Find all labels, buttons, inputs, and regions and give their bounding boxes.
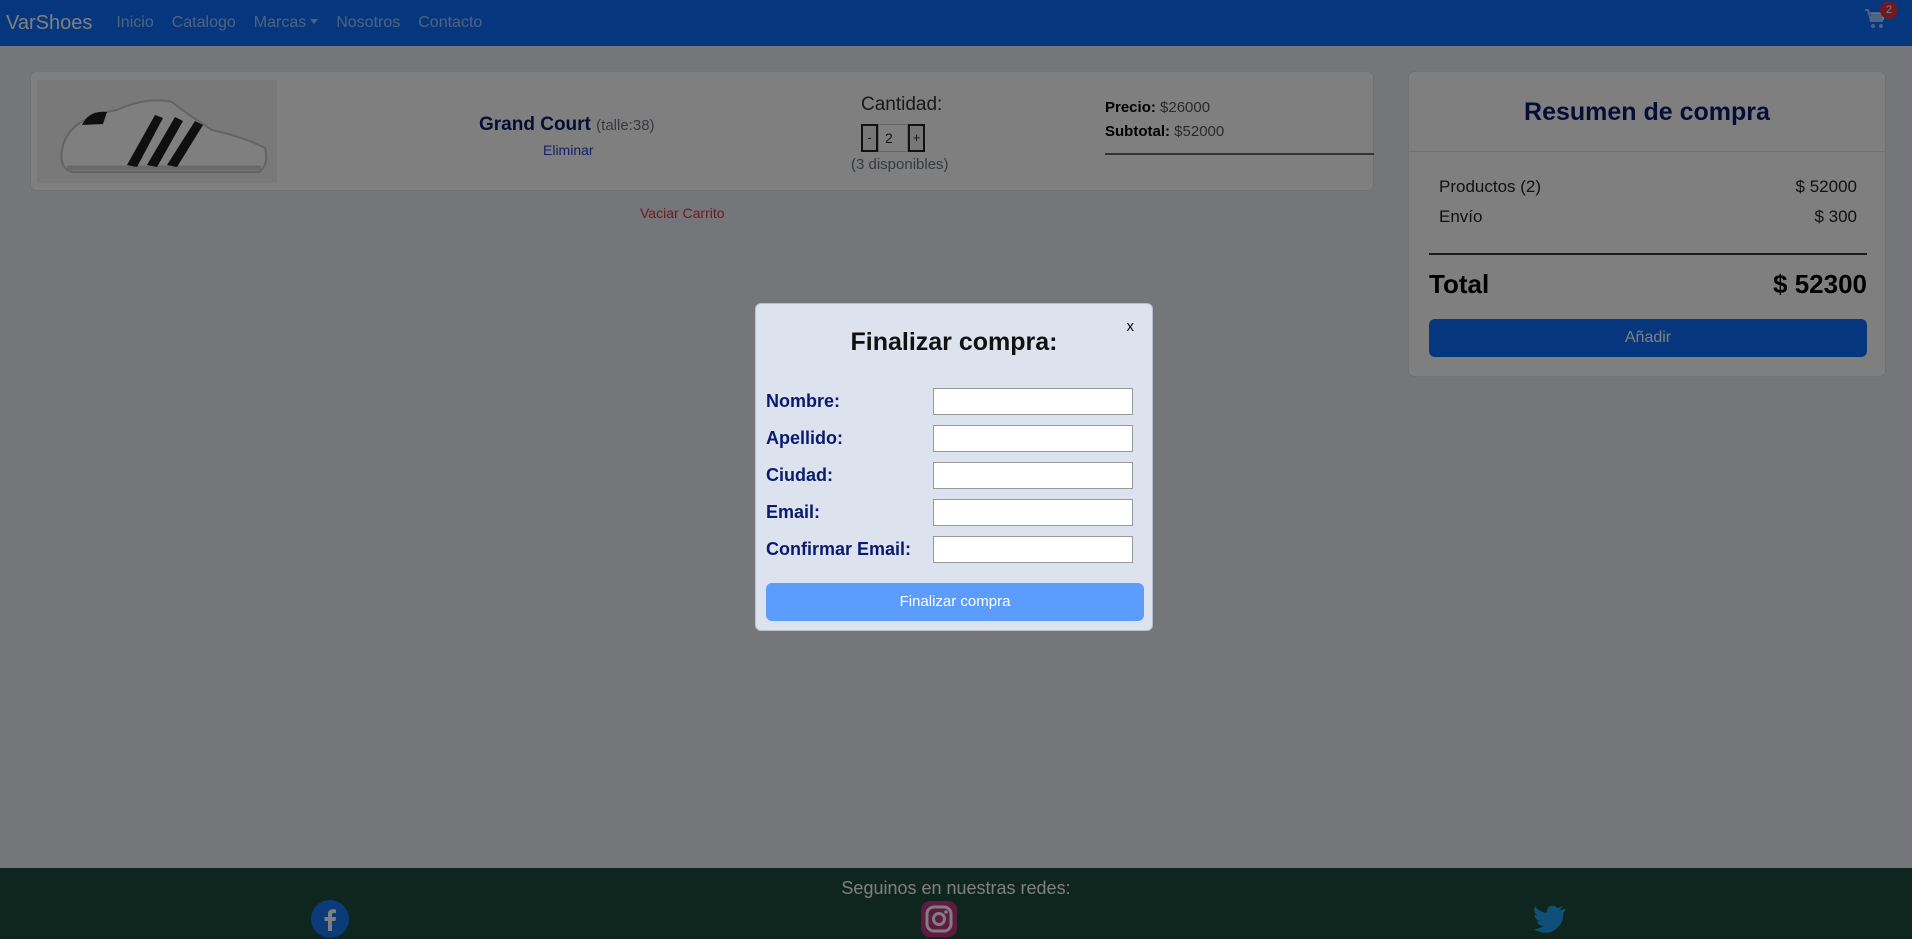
ciudad-input[interactable]	[933, 462, 1133, 489]
finalize-purchase-button[interactable]: Finalizar compra	[766, 583, 1144, 621]
email-input[interactable]	[933, 499, 1133, 526]
checkout-modal: x Finalizar compra: Nombre: Apellido: Ci…	[755, 303, 1153, 631]
apellido-input[interactable]	[933, 425, 1133, 452]
apellido-label: Apellido:	[766, 428, 843, 448]
confirm-email-input[interactable]	[933, 536, 1133, 563]
confirm-email-label: Confirmar Email:	[766, 539, 912, 559]
form-row-ciudad: Ciudad:	[766, 462, 1136, 490]
form-row-email: Email:	[766, 499, 1136, 527]
form-row-nombre: Nombre:	[766, 388, 1136, 416]
form-row-apellido: Apellido:	[766, 425, 1136, 453]
email-label: Email:	[766, 502, 821, 522]
nombre-input[interactable]	[933, 388, 1133, 415]
ciudad-label: Ciudad:	[766, 465, 833, 485]
nombre-label: Nombre:	[766, 391, 841, 411]
modal-title: Finalizar compra:	[850, 328, 1058, 356]
form-row-confirm-email: Confirmar Email:	[766, 536, 1136, 564]
